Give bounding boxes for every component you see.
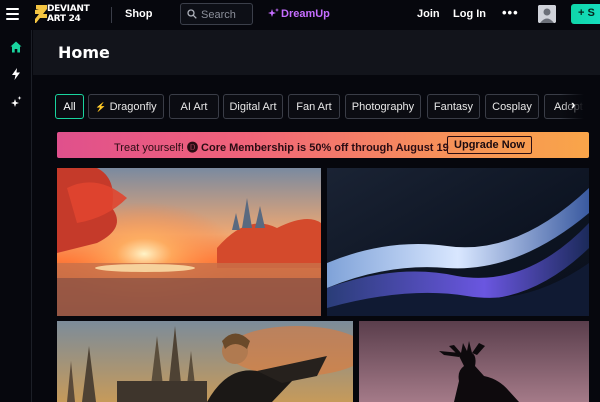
left-sidebar	[0, 30, 32, 402]
chip-label: AI Art	[180, 101, 208, 113]
artwork-image	[359, 321, 589, 402]
artwork-thumbnail-sunset-lake[interactable]	[57, 168, 321, 316]
chip-photography[interactable]: Photography	[345, 94, 421, 119]
artwork-thumbnail-deer-silhouette[interactable]	[359, 321, 589, 402]
chip-label: Cosplay	[492, 101, 532, 113]
page-header	[33, 30, 600, 75]
bolt-icon: ⚡	[95, 102, 107, 112]
shop-link[interactable]: Shop	[125, 8, 153, 20]
more-menu-icon[interactable]: •••	[502, 5, 519, 20]
category-chip-row: All ⚡ Dragonfly AI Art Digital Art Fan Ar…	[55, 94, 600, 119]
search-placeholder: Search	[201, 9, 236, 21]
sparkle-icon	[268, 8, 279, 17]
user-icon[interactable]	[538, 5, 556, 23]
chip-dragonfly[interactable]: ⚡ Dragonfly	[88, 94, 164, 119]
chip-row-fade	[560, 94, 600, 119]
chip-label: Dragonfly	[109, 101, 157, 113]
logo-text-line2: ART 24	[47, 14, 81, 24]
chip-label: All	[63, 101, 76, 113]
logo-text-line1: DEVIANT	[47, 4, 90, 14]
artwork-thumbnail-abstract-waves[interactable]	[327, 168, 589, 316]
search-icon	[187, 9, 197, 19]
sparkle-icon	[11, 96, 22, 107]
chip-ai-art[interactable]: AI Art	[169, 94, 219, 119]
sidebar-item-dragonfly[interactable]	[5, 64, 27, 84]
artwork-image	[327, 168, 589, 316]
chip-fan-art[interactable]: Fan Art	[288, 94, 340, 119]
search-input[interactable]: Search	[180, 3, 253, 25]
promo-text: Treat yourself! 🅓 Core Membership is 50%…	[114, 139, 449, 155]
promo-lead: Treat yourself!	[114, 142, 184, 154]
artwork-image	[57, 168, 321, 316]
promo-offer: Core Membership is 50% off through Augus…	[201, 142, 449, 154]
home-icon	[10, 41, 22, 53]
chip-label: Photography	[351, 101, 415, 113]
chip-label: Fantasy	[433, 101, 474, 113]
avatar-silhouette	[538, 5, 556, 23]
dreamup-link[interactable]: DreamUp	[268, 8, 330, 20]
core-icon: 🅓	[186, 142, 198, 154]
submit-button[interactable]: + S	[571, 4, 600, 24]
chip-label: Digital Art	[229, 101, 277, 113]
artwork-image	[57, 321, 353, 402]
chip-label: Fan Art	[296, 101, 332, 113]
artwork-thumbnail-fantasy-castle[interactable]	[57, 321, 353, 402]
top-navigation-bar: DEVIANT ART 24 Shop Search DreamUp Join …	[0, 0, 600, 30]
bolt-icon	[12, 68, 20, 80]
page-title: Home	[58, 43, 110, 62]
chevron-right-icon[interactable]: ›	[571, 97, 575, 112]
logo-mark-icon	[35, 5, 47, 23]
sidebar-item-dreamup[interactable]	[5, 92, 27, 112]
chip-all[interactable]: All	[55, 94, 84, 119]
chip-fantasy[interactable]: Fantasy	[427, 94, 480, 119]
chip-cosplay[interactable]: Cosplay	[485, 94, 539, 119]
upgrade-now-button[interactable]: Upgrade Now	[447, 136, 532, 154]
promo-banner: Treat yourself! 🅓 Core Membership is 50%…	[57, 132, 589, 158]
chip-digital-art[interactable]: Digital Art	[223, 94, 283, 119]
sidebar-item-home[interactable]	[5, 37, 27, 57]
login-link[interactable]: Log In	[453, 8, 486, 20]
dreamup-label: DreamUp	[281, 8, 330, 20]
join-link[interactable]: Join	[417, 8, 440, 20]
hamburger-icon[interactable]	[6, 8, 19, 20]
nav-divider	[111, 7, 112, 23]
deviantart-logo[interactable]: DEVIANT ART 24	[34, 3, 104, 25]
